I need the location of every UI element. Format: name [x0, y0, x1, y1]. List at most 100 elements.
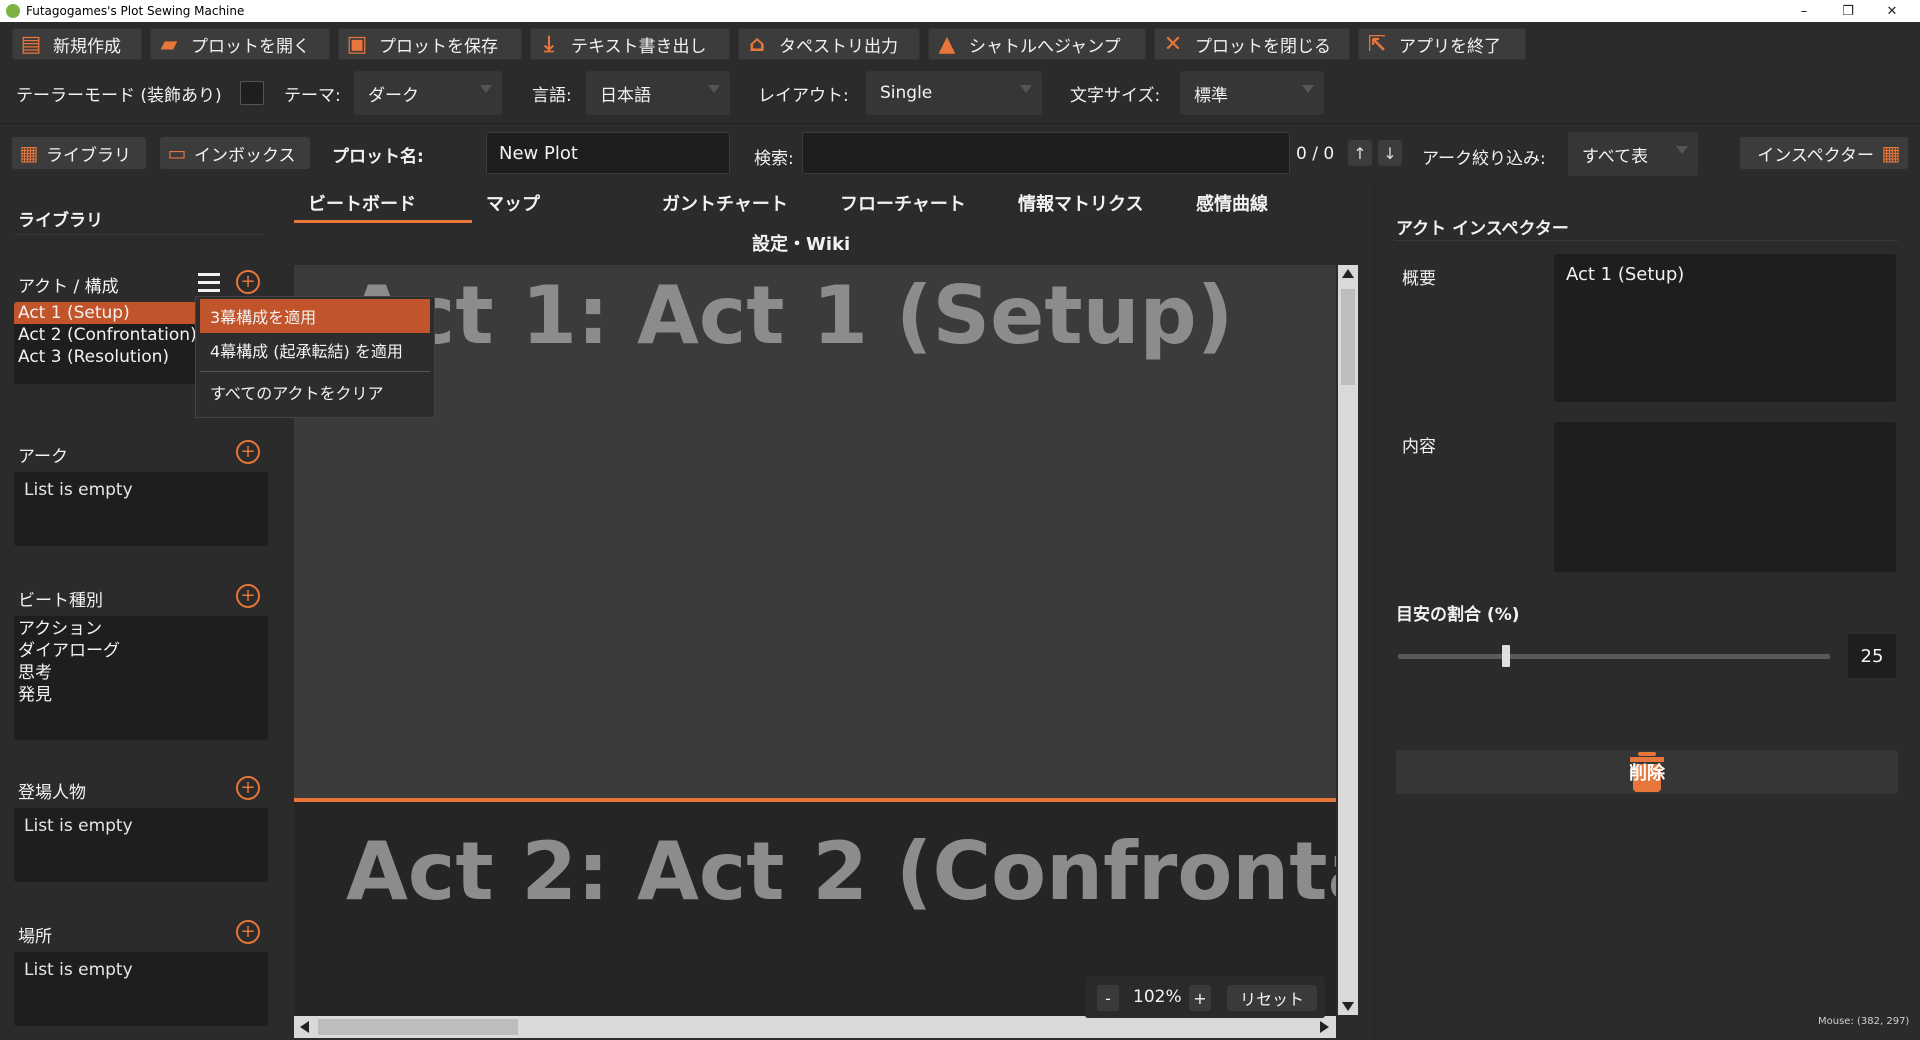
divider: [1394, 240, 1898, 241]
new-plot-button[interactable]: ▤ 新規作成: [12, 28, 142, 60]
restore-button[interactable]: ❐: [1826, 0, 1870, 22]
tab-settings-wiki[interactable]: 設定・Wiki: [752, 230, 850, 256]
menu-icon[interactable]: [198, 273, 220, 293]
content-label: 内容: [1402, 437, 1436, 457]
search-next-button[interactable]: ↓: [1378, 140, 1402, 166]
beat-board: Act 1: Act 1 (Setup) Act 2: Act 2 (Confr…: [294, 265, 1336, 1022]
export-text-button[interactable]: ⤓ テキスト書き出し: [530, 28, 730, 60]
inbox-icon: ▭: [167, 141, 187, 165]
tab-info-matrix[interactable]: 情報マトリクス: [1018, 190, 1143, 216]
open-plot-button[interactable]: ▰ プロットを開く: [150, 28, 330, 60]
places-title: 場所: [18, 927, 52, 947]
search-label: 検索:: [754, 149, 794, 169]
tab-emotion-curve[interactable]: 感情曲線: [1196, 190, 1268, 216]
menu-divider: [200, 371, 430, 372]
acts-context-menu: 3幕構成を適用 4幕構成 (起承転結) を適用 すべてのアクトをクリア: [195, 296, 435, 418]
quit-app-button[interactable]: ⇱ アプリを終了: [1358, 28, 1526, 60]
act-separator: [294, 798, 1336, 802]
content-textarea[interactable]: [1554, 422, 1896, 572]
add-character-button[interactable]: +: [236, 776, 260, 800]
minimize-button[interactable]: –: [1782, 0, 1826, 22]
divider: [14, 234, 264, 235]
beat-type-item[interactable]: 発見: [14, 684, 268, 706]
language-dropdown[interactable]: 日本語: [586, 71, 730, 115]
apply-four-act-menu-item[interactable]: 4幕構成 (起承転結) を適用: [200, 333, 430, 367]
act-lane[interactable]: Act 1: Act 1 (Setup): [294, 265, 1336, 800]
beat-type-item[interactable]: ダイアローグ: [14, 640, 268, 662]
scroll-thumb[interactable]: [1341, 289, 1355, 385]
map-icon: ⌂: [749, 31, 765, 57]
folder-icon: ▰: [160, 31, 178, 57]
empty-list-text: List is empty: [24, 816, 133, 836]
vertical-scrollbar[interactable]: [1338, 265, 1358, 1015]
exit-icon: ⇱: [1367, 31, 1387, 57]
chevron-down-icon: [1302, 85, 1314, 93]
ship-icon: ▲: [938, 31, 956, 57]
zoom-reset-button[interactable]: リセット: [1227, 985, 1317, 1011]
horizontal-scrollbar[interactable]: [294, 1016, 1336, 1038]
plot-name-label: プロット名:: [332, 147, 424, 167]
ratio-slider-handle[interactable]: [1502, 645, 1510, 667]
characters-title: 登場人物: [18, 783, 86, 803]
ratio-slider[interactable]: [1398, 654, 1830, 659]
inspector-toggle-button[interactable]: インスペクター ▦: [1740, 137, 1908, 169]
arc-filter-dropdown[interactable]: すべて表: [1568, 132, 1698, 176]
mouse-position-readout: Mouse: (382, 297): [1818, 1016, 1910, 1027]
tab-beatboard[interactable]: ビートボード: [308, 190, 416, 216]
font-size-dropdown[interactable]: 標準: [1180, 71, 1324, 115]
add-arc-button[interactable]: +: [236, 440, 260, 464]
layout-dropdown[interactable]: Single: [866, 71, 1042, 115]
x-icon: ✕: [1163, 31, 1183, 57]
arcs-list[interactable]: List is empty: [14, 472, 268, 546]
library-toggle-button[interactable]: ▦ ライブラリ: [12, 137, 146, 169]
apply-three-act-menu-item[interactable]: 3幕構成を適用: [200, 299, 430, 333]
scroll-right-icon[interactable]: [1320, 1021, 1329, 1033]
search-prev-button[interactable]: ↑: [1348, 140, 1372, 166]
zoom-in-button[interactable]: +: [1189, 985, 1211, 1011]
characters-list[interactable]: List is empty: [14, 808, 268, 882]
beat-type-item[interactable]: アクション: [14, 618, 268, 640]
tapestry-export-button[interactable]: ⌂ タペストリ出力: [738, 28, 920, 60]
main-toolbar: ▤ 新規作成 ▰ プロットを開く ▣ プロットを保存 ⤓ テキスト書き出し ⌂ …: [0, 22, 1920, 68]
language-label: 言語:: [532, 86, 572, 106]
beat-type-item[interactable]: 思考: [14, 662, 268, 684]
chevron-down-icon: [708, 85, 720, 93]
scroll-down-icon[interactable]: [1342, 1002, 1354, 1011]
zoom-controls: - 102% + リセット: [1085, 976, 1325, 1018]
delete-label: 削除: [1629, 763, 1665, 784]
chevron-down-icon: [1676, 146, 1688, 154]
add-place-button[interactable]: +: [236, 920, 260, 944]
settings-row: テーラーモード (装飾あり) テーマ: ダーク 言語: 日本語 レイアウト: S…: [0, 68, 1920, 120]
summary-textarea[interactable]: Act 1 (Setup): [1554, 254, 1896, 402]
tab-gantt[interactable]: ガントチャート: [662, 190, 788, 216]
add-act-button[interactable]: +: [236, 270, 260, 294]
scroll-left-icon[interactable]: [300, 1021, 309, 1033]
tailor-mode-checkbox[interactable]: [240, 81, 264, 105]
ratio-number-input[interactable]: 25: [1848, 634, 1896, 678]
scroll-thumb[interactable]: [318, 1019, 518, 1035]
tab-map[interactable]: マップ: [486, 190, 540, 216]
clear-all-acts-menu-item[interactable]: すべてのアクトをクリア: [200, 375, 430, 409]
delete-act-button[interactable]: 削除: [1396, 750, 1898, 794]
add-beat-type-button[interactable]: +: [236, 584, 260, 608]
inspector-icon: ▦: [1881, 141, 1901, 165]
scroll-up-icon[interactable]: [1342, 269, 1354, 278]
search-input[interactable]: [802, 132, 1290, 174]
arc-filter-label: アーク絞り込み:: [1422, 149, 1546, 169]
save-plot-button[interactable]: ▣ プロットを保存: [338, 28, 522, 60]
close-window-button[interactable]: ✕: [1870, 0, 1914, 22]
inbox-toggle-button[interactable]: ▭ インボックス: [160, 137, 310, 169]
places-list[interactable]: List is empty: [14, 952, 268, 1026]
acts-title: アクト / 構成: [18, 277, 119, 297]
font-size-label: 文字サイズ:: [1070, 86, 1161, 106]
app-icon: [6, 4, 20, 18]
theme-label: テーマ:: [284, 86, 341, 106]
close-plot-button[interactable]: ✕ プロットを閉じる: [1154, 28, 1350, 60]
zoom-out-button[interactable]: -: [1097, 985, 1119, 1011]
document-icon: ▤: [20, 31, 42, 57]
library-title: ライブラリ: [18, 211, 103, 231]
tab-flowchart[interactable]: フローチャート: [840, 190, 966, 216]
theme-dropdown[interactable]: ダーク: [354, 71, 502, 115]
plot-name-input[interactable]: New Plot: [486, 132, 730, 174]
shuttle-jump-button[interactable]: ▲ シャトルへジャンプ: [928, 28, 1146, 60]
